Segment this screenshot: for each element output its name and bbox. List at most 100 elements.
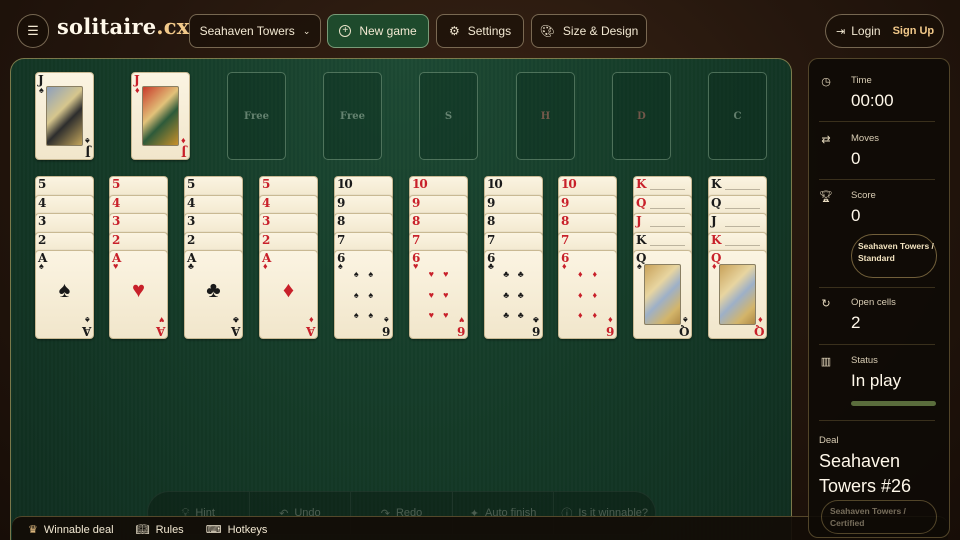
card-pip: ♦ [592, 289, 598, 300]
card-pip: ♣ [517, 269, 524, 279]
card-suit: ♠ [39, 261, 44, 271]
winnable-deal-label: Winnable deal [43, 523, 114, 536]
card-suit: ♣ [188, 261, 194, 271]
new-game-button[interactable]: + New game [327, 14, 429, 48]
card-edge-line [650, 189, 685, 190]
card-rank-bottom: 6 [381, 324, 390, 338]
signup-link[interactable]: Sign Up [893, 25, 935, 37]
card-pip: ♠ [368, 289, 374, 300]
card-pip: ♦ [577, 310, 583, 320]
size-design-button[interactable]: 🎨︎ Size & Design [531, 14, 647, 48]
card-rank: Q [636, 195, 647, 210]
tableau-card[interactable]: 6 ♣ ♣ ♣ ♣ ♣ ♣ ♣ 6 ♣ [484, 250, 543, 339]
foundation-spades[interactable]: S [419, 72, 478, 160]
card-pip: ♥ [443, 289, 449, 300]
size-design-label: Size & Design [562, 24, 639, 38]
card-rank: 3 [262, 214, 270, 228]
tableau-card[interactable]: 6 ♥ ♥ ♥ ♥ ♥ ♥ ♥ 6 ♥ [409, 250, 468, 339]
face-card-art [719, 264, 756, 325]
status-label: Status [851, 355, 878, 366]
refresh-icon: ↻ [821, 298, 831, 310]
card-rank: J [711, 214, 717, 228]
moves-value: 0 [851, 149, 861, 168]
card-rank: 9 [337, 195, 345, 210]
free-cell-card[interactable]: J ♠ J ♠ [35, 72, 94, 160]
clock-icon: ◷ [821, 76, 831, 88]
foundation-clubs[interactable]: C [708, 72, 767, 160]
menu-button[interactable]: ☰ [17, 14, 49, 48]
card-pip: ♠ [353, 269, 359, 279]
card-rank: 5 [262, 177, 270, 191]
free-cell-card[interactable]: J ♦ J ♦ [131, 72, 190, 160]
face-card-art [644, 264, 681, 325]
card-rank-bottom: J [85, 145, 91, 159]
variant-label: Seahaven Towers [199, 24, 295, 38]
card-rank: 5 [38, 177, 46, 191]
score-value: 0 [851, 206, 861, 225]
card-pip: ♦ [577, 269, 583, 279]
card-rank: 9 [561, 195, 569, 210]
card-pip: ♥ [428, 289, 434, 300]
card-edge-line [725, 244, 760, 246]
divider [819, 344, 935, 345]
card-rank: 7 [561, 232, 569, 247]
settings-button[interactable]: ⚙ Settings [436, 14, 524, 48]
card-pips: ♦ ♦ ♦ ♦ ♦ ♦ [573, 269, 602, 320]
free-cell-label: Free [244, 110, 269, 122]
tableau-card[interactable]: A ♠ ♠ A ♠ [35, 250, 94, 339]
tableau-card[interactable]: A ♣ ♣ A ♣ [184, 250, 243, 339]
bar-chart-icon: ▥ [820, 356, 832, 368]
logo[interactable]: solitaire.cx [57, 14, 190, 39]
variant-select[interactable]: Seahaven Towers ⌄ [189, 14, 321, 48]
rules-link[interactable]: 📖︎ Rules [135, 523, 184, 537]
tableau-card[interactable]: 6 ♦ ♦ ♦ ♦ ♦ ♦ ♦ 6 ♦ [558, 250, 617, 339]
card-rank: 8 [561, 214, 569, 228]
game-board: J ♠ J ♠ J ♦ J ♦ Free Free S H D C 5 ♠ 4 ♠ 3 ♠… [10, 58, 792, 540]
foundation-label: H [540, 110, 551, 122]
hotkeys-link[interactable]: ⌨ Hotkeys [205, 523, 268, 537]
card-pip: ♠ [368, 269, 374, 279]
winnable-deal-link[interactable]: ♛ Winnable deal [28, 523, 114, 537]
score-mode-badge: Seahaven Towers / Standard [851, 234, 937, 278]
tableau-card[interactable]: A ♥ ♥ A ♥ [109, 250, 168, 339]
free-cell-empty[interactable]: Free [227, 72, 286, 160]
time-value: 00:00 [851, 91, 894, 110]
card-suit-bottom: ♠ [384, 315, 389, 325]
tableau-card[interactable]: Q ♦ Q ♦ [708, 250, 767, 339]
card-rank: K [711, 177, 721, 191]
tableau-card[interactable]: A ♦ ♦ A ♦ [259, 250, 318, 339]
moves-label: Moves [851, 133, 879, 144]
card-rank: 7 [337, 232, 345, 247]
card-suit: ♦ [712, 261, 717, 271]
card-suit: ♥ [413, 261, 419, 271]
card-rank: 4 [112, 195, 120, 210]
card-pip: ♣ [503, 289, 510, 300]
free-cell-empty[interactable]: Free [323, 72, 382, 160]
tableau-card[interactable]: 6 ♠ ♠ ♠ ♠ ♠ ♠ ♠ 6 ♠ [334, 250, 393, 339]
card-rank: 2 [262, 232, 270, 247]
tableau-card[interactable]: Q ♠ Q ♠ [633, 250, 692, 339]
card-pip: ♦ [592, 269, 598, 279]
certified-badge: Seahaven Towers / Certified [821, 500, 937, 534]
card-suit: ♠ [637, 261, 642, 271]
card-rank: K [636, 177, 646, 191]
foundation-diamonds[interactable]: D [612, 72, 671, 160]
card-rank: K [711, 232, 721, 247]
account-pill[interactable]: ⇥ Login Sign Up [825, 14, 944, 48]
keyboard-icon: ⌨ [205, 524, 222, 536]
card-pip: ♦ [592, 310, 598, 320]
jack-face-art [142, 86, 179, 146]
card-center-suit: ♦ [282, 277, 295, 302]
status-progress-bar [851, 401, 936, 406]
card-rank-bottom: A [155, 324, 165, 338]
card-rank-bottom: 6 [605, 324, 614, 338]
foundation-hearts[interactable]: H [516, 72, 575, 160]
hamburger-icon: ☰ [27, 23, 39, 38]
card-rank: 4 [187, 195, 195, 210]
login-link[interactable]: Login [851, 24, 880, 38]
book-icon: 📖︎ [135, 524, 150, 536]
card-edge-line [725, 207, 760, 209]
card-pip: ♣ [517, 310, 524, 320]
status-value: In play [851, 371, 902, 390]
card-pip: ♣ [503, 310, 510, 320]
